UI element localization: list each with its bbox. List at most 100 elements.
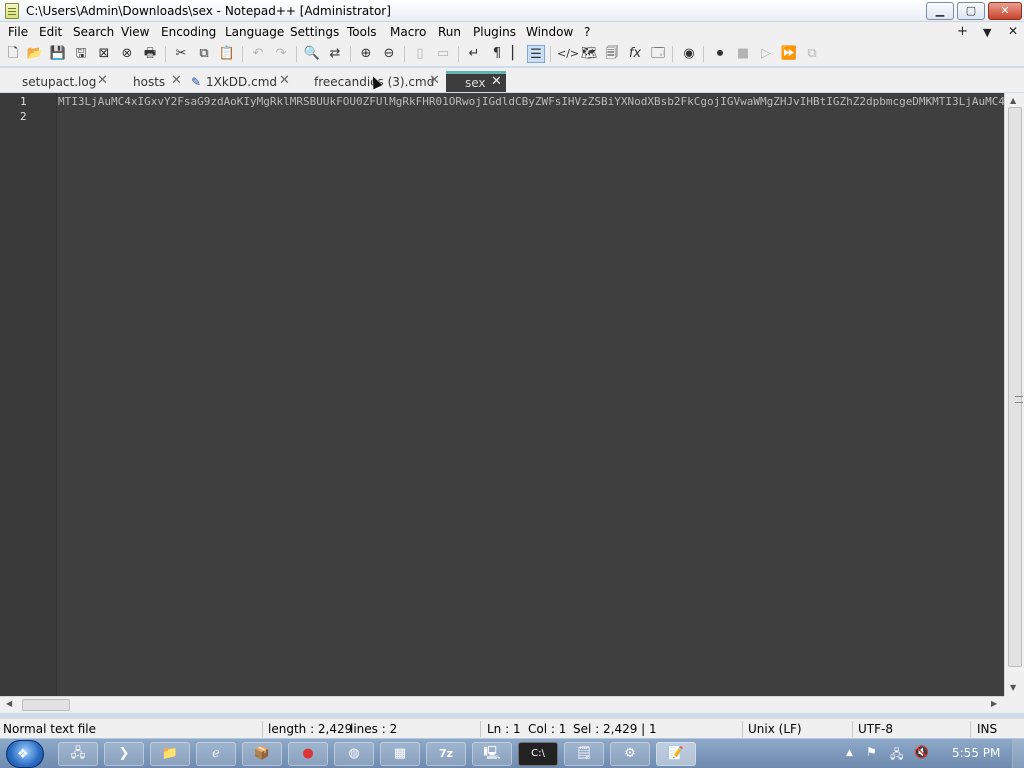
toolbar-separator [550, 46, 551, 62]
document-map-icon[interactable]: 🗺 [580, 45, 598, 63]
file-explorer-icon[interactable]: 📁 [150, 742, 190, 766]
clock[interactable]: 5:55 PM [952, 746, 1000, 760]
menu-view[interactable]: View [121, 25, 149, 39]
code-line[interactable]: MTI3LjAuMC4xIGxvY2FsaG9zdAoKIyMgRklMRSBU… [58, 94, 1004, 109]
folder-workspace-icon[interactable]: 🗔 [649, 45, 667, 63]
cut-icon[interactable]: ✂ [172, 45, 190, 63]
tab-close-icon[interactable]: ✕ [429, 73, 440, 88]
tab-list-icon[interactable]: ▼ [983, 26, 991, 39]
volume-muted-icon[interactable]: 🔇 [914, 745, 929, 759]
find-icon[interactable]: 🔍 [303, 45, 321, 63]
menu-macro[interactable]: Macro [390, 25, 426, 39]
monitoring-icon[interactable]: ◉ [680, 45, 698, 63]
zoom-in-icon[interactable]: ⊕ [357, 45, 375, 63]
title-bar: C:\Users\Admin\Downloads\sex - Notepad++… [0, 0, 1024, 22]
close-window-button[interactable]: ✕ [988, 2, 1022, 20]
scrollbar-corner [1004, 696, 1024, 713]
show-all-chars-icon[interactable]: ¶ [488, 45, 506, 63]
horizontal-scroll-thumb[interactable] [22, 699, 70, 711]
calculator-icon[interactable]: ▦ [380, 742, 420, 766]
menu-window[interactable]: Window [526, 25, 573, 39]
powershell-icon[interactable]: ❯ [104, 742, 144, 766]
notepad-icon[interactable]: 🗒 [564, 742, 604, 766]
editor-area[interactable]: 1 2 MTI3LjAuMC4xIGxvY2FsaG9zdAoKIyMgRklM… [0, 93, 1024, 696]
scroll-up-icon[interactable]: ▲ [1010, 96, 1016, 105]
menu-run[interactable]: Run [438, 25, 461, 39]
tab-sex[interactable]: sex ✕ [446, 71, 506, 92]
close-all-icon[interactable]: ⊗ [118, 45, 136, 63]
sync-vertical-icon[interactable]: ▯ [411, 45, 429, 63]
maximize-button[interactable]: ▢ [957, 2, 985, 20]
minimize-button[interactable]: ▁ [926, 2, 954, 20]
udl-icon[interactable]: ☰ [527, 45, 545, 63]
print-icon[interactable]: 🖶 [141, 45, 159, 63]
horizontal-scrollbar[interactable]: ◀ ▶ [0, 696, 1004, 713]
open-file-icon[interactable]: 📂 [26, 45, 44, 63]
package-icon[interactable]: 📦 [242, 742, 282, 766]
scroll-down-icon[interactable]: ▼ [1010, 683, 1016, 692]
scroll-left-icon[interactable]: ◀ [6, 699, 12, 708]
close-doc-icon[interactable]: ✕ [1008, 24, 1018, 38]
menu-plugins[interactable]: Plugins [473, 25, 516, 39]
replace-icon[interactable]: ⇄ [326, 45, 344, 63]
show-hidden-icons-icon[interactable]: ▲ [846, 748, 853, 758]
save-icon[interactable]: 💾 [49, 45, 67, 63]
tab-setupact-log[interactable]: setupact.log ✕ [4, 71, 112, 92]
menu-edit[interactable]: Edit [39, 25, 62, 39]
indent-guide-icon[interactable]: ▏ [508, 45, 526, 63]
cmd-icon[interactable]: C:\ [518, 742, 558, 766]
process-app-icon[interactable]: ⚙ [610, 742, 650, 766]
record-macro-icon[interactable]: ⏺ [711, 45, 729, 63]
stop-macro-icon[interactable]: ■ [734, 45, 752, 63]
show-desktop-button[interactable] [1012, 739, 1024, 768]
xml-tag-icon[interactable]: </> [557, 45, 579, 63]
start-button[interactable]: ❖ [6, 740, 44, 768]
tab-hosts[interactable]: hosts ✕ [114, 71, 186, 92]
document-list-icon[interactable]: 🗐 [603, 45, 621, 63]
sevenzip-icon[interactable]: 7z [426, 742, 466, 766]
run-macro-multiple-icon[interactable]: ⏩ [780, 45, 798, 63]
new-tab-icon[interactable]: + [957, 24, 968, 39]
copy-icon[interactable]: ⧉ [195, 45, 213, 63]
code-line[interactable] [58, 109, 1004, 124]
menu-encoding[interactable]: Encoding [161, 25, 216, 39]
menu-language[interactable]: Language [225, 25, 284, 39]
word-wrap-icon[interactable]: ↵ [465, 45, 483, 63]
tab-label: setupact.log [22, 75, 97, 89]
menu-file[interactable]: File [8, 25, 28, 39]
function-list-icon[interactable]: fx [626, 45, 644, 63]
server-manager-icon[interactable]: 🖧 [58, 742, 98, 766]
tab-1xkdd-cmd[interactable]: ✎ 1XkDD.cmd ✕ [188, 71, 294, 92]
taskbar: ❖ 🖧 ❯ 📁 ℯ 📦 ● ◍ ▦ 7z 🖳 C:\ 🗒 ⚙ 📝 ▲ ⚑ 🖧 🔇… [0, 738, 1024, 768]
network-app-icon[interactable]: 🖳 [472, 742, 512, 766]
tab-close-icon[interactable]: ✕ [279, 73, 290, 88]
menu-tools[interactable]: Tools [347, 25, 377, 39]
paste-icon[interactable]: 📋 [218, 45, 236, 63]
play-macro-icon[interactable]: ▷ [757, 45, 775, 63]
menu-search[interactable]: Search [73, 25, 114, 39]
save-all-icon[interactable]: 🖫 [72, 45, 90, 63]
tab-close-icon[interactable]: ✕ [171, 73, 182, 88]
record-app-icon[interactable]: ● [288, 742, 328, 766]
menu-help[interactable]: ? [584, 25, 590, 39]
save-macro-icon[interactable]: ⧉ [803, 45, 821, 63]
internet-explorer-icon[interactable]: ℯ [196, 742, 236, 766]
vertical-scroll-thumb[interactable] [1008, 107, 1023, 667]
new-file-icon[interactable]: 🗋 [4, 45, 22, 63]
redo-icon[interactable]: ↷ [272, 45, 290, 63]
tab-close-icon[interactable]: ✕ [97, 73, 108, 88]
undo-icon[interactable]: ↶ [249, 45, 267, 63]
scroll-right-icon[interactable]: ▶ [991, 699, 997, 708]
menu-settings[interactable]: Settings [290, 25, 339, 39]
close-icon[interactable]: ⊠ [95, 45, 113, 63]
action-center-flag-icon[interactable]: ⚑ [866, 745, 877, 759]
menu-bar: File Edit Search View Encoding Language … [0, 22, 1024, 42]
zoom-out-icon[interactable]: ⊖ [380, 45, 398, 63]
tab-close-icon[interactable]: ✕ [491, 74, 502, 89]
status-separator [742, 721, 743, 737]
vertical-scrollbar[interactable]: ▲ ▼ [1004, 93, 1024, 696]
chrome-icon[interactable]: ◍ [334, 742, 374, 766]
network-icon[interactable]: 🖧 [890, 745, 903, 766]
notepad-plus-plus-icon[interactable]: 📝 [656, 742, 696, 766]
sync-horizontal-icon[interactable]: ▭ [434, 45, 452, 63]
